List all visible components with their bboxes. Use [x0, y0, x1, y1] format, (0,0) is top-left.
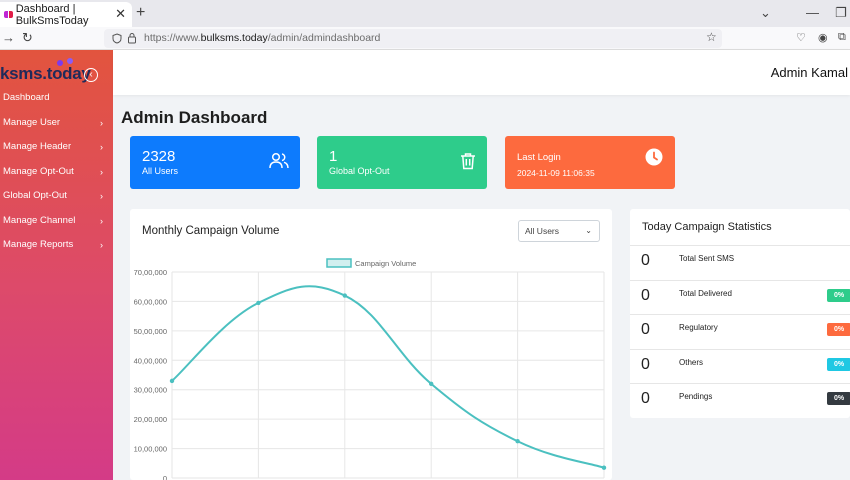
stat-value: 0	[641, 390, 650, 407]
global-opt-out-card[interactable]: 1 Global Opt-Out	[317, 136, 487, 189]
logo-dot	[67, 58, 73, 64]
lock-icon	[128, 33, 136, 44]
all-users-card[interactable]: 2328 All Users	[130, 136, 300, 189]
sidebar-item-manage-opt-out[interactable]: Manage Opt-Out ›	[3, 162, 107, 182]
chevron-right-icon: ›	[100, 142, 103, 152]
status-badge: 0%	[827, 392, 850, 405]
sidebar-item-global-opt-out[interactable]: Global Opt-Out ›	[3, 186, 107, 206]
all-users-count: 2328	[142, 148, 176, 165]
legend-label: Campaign Volume	[355, 259, 416, 268]
sidebar-item-manage-channel[interactable]: Manage Channel ›	[3, 211, 107, 231]
chevron-down-icon: ⌄	[585, 226, 592, 235]
y-tick-label: 70,00,000	[134, 268, 167, 277]
chevron-right-icon: ›	[100, 216, 103, 226]
stat-label: Pendings	[679, 392, 713, 401]
today-statistics-title: Today Campaign Statistics	[642, 221, 772, 233]
forward-icon[interactable]: →	[2, 30, 15, 45]
browser-toolbar: → ↻ https://www.bulksms.today/admin/admi…	[0, 27, 850, 50]
y-tick-label: 50,00,000	[134, 327, 167, 336]
stat-value: 0	[641, 321, 650, 338]
stat-label: Regulatory	[679, 323, 718, 332]
sidebar-item-manage-header[interactable]: Manage Header ›	[3, 137, 107, 157]
chevron-right-icon: ›	[100, 167, 103, 177]
browser-tab-bar: Dashboard | BulkSmsToday ✕ + ⌄ — ❐	[0, 0, 850, 27]
restore-icon[interactable]: ❐	[835, 5, 847, 21]
reload-icon[interactable]: ↻	[22, 30, 33, 46]
close-tab-icon[interactable]: ✕	[115, 6, 126, 22]
chevron-right-icon: ›	[100, 118, 103, 128]
last-login-value: 2024-11-09 11:06:35	[517, 168, 595, 178]
browser-tab[interactable]: Dashboard | BulkSmsToday ✕	[0, 2, 132, 27]
admin-user-menu[interactable]: Admin Kamal	[771, 65, 848, 80]
status-badge: 0%	[827, 323, 850, 336]
minimize-icon[interactable]: —	[806, 5, 819, 20]
y-tick-label: 10,00,000	[134, 445, 167, 454]
data-point[interactable]	[429, 381, 434, 387]
y-tick-label: 0	[163, 474, 167, 480]
y-tick-label: 60,00,000	[134, 297, 167, 306]
clock-icon	[645, 148, 663, 166]
stat-label: Others	[679, 358, 704, 367]
sidebar-item-manage-reports[interactable]: Manage Reports ›	[3, 235, 107, 255]
new-tab-icon[interactable]: +	[136, 4, 145, 22]
chevron-right-icon: ›	[100, 240, 103, 250]
account-icon[interactable]: ◉	[818, 31, 828, 44]
status-badge: 0%	[827, 289, 850, 302]
campaign-volume-panel: Monthly Campaign Volume All Users ⌄ 0 10,…	[130, 209, 612, 480]
stat-value: 0	[641, 356, 650, 373]
data-point[interactable]	[169, 378, 175, 384]
y-tick-label: 30,00,000	[134, 386, 167, 395]
stat-row-total-sent: 0 Total Sent SMS	[630, 245, 850, 279]
today-statistics-panel: Today Campaign Statistics 0 Total Sent S…	[630, 209, 850, 418]
bookmark-star-icon[interactable]: ☆	[706, 30, 717, 44]
brand-logo[interactable]: ksms.today ‹	[0, 58, 113, 88]
global-opt-out-count: 1	[329, 148, 338, 165]
extensions-icon[interactable]: ⧉	[838, 31, 846, 44]
logo-text: ksms.today	[0, 64, 91, 83]
site-favicon-icon	[4, 10, 13, 19]
stat-row-regulatory: 0 Regulatory 0%	[630, 314, 850, 348]
y-tick-label: 40,00,000	[134, 356, 167, 365]
stat-label: Total Delivered	[679, 289, 732, 298]
sidebar-item-manage-user[interactable]: Manage User ›	[3, 113, 107, 133]
data-point[interactable]	[515, 439, 520, 444]
last-login-card: Last Login 2024-11-09 11:06:35	[505, 136, 675, 189]
stat-value: 0	[641, 252, 650, 269]
all-users-label: All Users	[142, 166, 179, 176]
chart-title: Monthly Campaign Volume	[142, 225, 280, 237]
data-point[interactable]	[256, 300, 261, 306]
series-line-campaign-volume	[171, 285, 605, 469]
legend-swatch[interactable]	[326, 258, 352, 268]
global-opt-out-label: Global Opt-Out	[329, 166, 390, 176]
pocket-icon[interactable]: ♡	[796, 31, 806, 44]
trash-icon	[461, 153, 475, 170]
y-tick-label: 20,00,000	[134, 415, 167, 424]
top-header: Admin Kamal	[113, 50, 850, 95]
sidebar: ksms.today ‹ Dashboard Manage User › Mana…	[0, 50, 113, 480]
campaign-volume-chart: 0 10,00,000 20,00,000 30,00,000 40,00,000 50,…	[134, 258, 607, 480]
status-badge: 0%	[827, 358, 850, 371]
user-filter-select[interactable]: All Users ⌄	[518, 220, 600, 242]
stat-row-others: 0 Others 0%	[630, 349, 850, 383]
url-text: https://www.bulksms.today/admin/admindas…	[144, 32, 381, 44]
data-point[interactable]	[601, 465, 607, 470]
address-bar[interactable]: https://www.bulksms.today/admin/admindas…	[104, 29, 722, 48]
users-icon	[269, 152, 289, 169]
collapse-sidebar-icon[interactable]: ‹	[84, 68, 98, 82]
stat-value: 0	[641, 287, 650, 304]
stat-row-total-delivered: 0 Total Delivered 0%	[630, 280, 850, 314]
data-point[interactable]	[342, 293, 347, 298]
sidebar-item-dashboard[interactable]: Dashboard	[3, 88, 107, 108]
shield-icon	[112, 33, 122, 44]
page-title: Admin Dashboard	[121, 108, 268, 127]
stat-label: Total Sent SMS	[679, 254, 735, 263]
logo-dot	[57, 60, 63, 66]
chevron-right-icon: ›	[100, 191, 103, 201]
tab-list-chevron-icon[interactable]: ⌄	[760, 5, 771, 21]
last-login-label: Last Login	[517, 152, 561, 163]
stat-row-pendings: 0 Pendings 0%	[630, 383, 850, 417]
